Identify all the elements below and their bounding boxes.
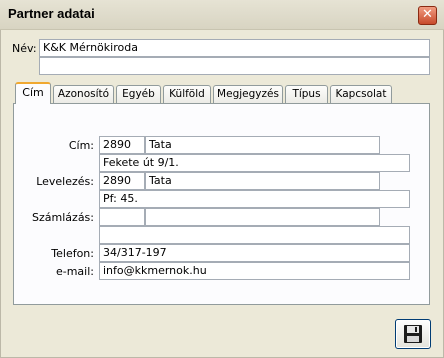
cim-street-field[interactable]: Fekete út 9/1. [99, 154, 410, 172]
tab-kulfold[interactable]: Külföld [163, 85, 211, 103]
cim-city-field[interactable]: Tata [145, 136, 380, 154]
save-button[interactable] [395, 319, 431, 349]
levelezes-city-field[interactable]: Tata [145, 172, 380, 190]
close-icon: ✕ [422, 7, 433, 22]
name-field[interactable]: K&K Mérnökiroda [39, 39, 430, 57]
tab-megjegyzes[interactable]: Megjegyzés [213, 85, 283, 103]
floppy-disk-icon [404, 325, 422, 343]
tab-kapcsolat[interactable]: Kapcsolat [330, 85, 392, 103]
telefon-label: Telefon: [51, 247, 94, 260]
szamlazas-city-field[interactable] [145, 208, 380, 226]
tab-azonosito[interactable]: Azonosító [53, 85, 114, 103]
name-label: Név: [12, 42, 37, 55]
szamlazas-zip-field[interactable] [99, 208, 145, 226]
telefon-field[interactable]: 34/317-197 [99, 244, 410, 262]
email-field[interactable]: info@kkmernok.hu [99, 262, 410, 280]
cim-label: Cím: [68, 139, 94, 152]
tab-egyeb[interactable]: Egyéb [116, 85, 161, 103]
window-title: Partner adatai [8, 6, 95, 21]
close-button[interactable]: ✕ [418, 6, 437, 25]
levelezes-zip-field[interactable]: 2890 [99, 172, 145, 190]
szamlazas-label: Számlázás: [32, 211, 94, 224]
cim-zip-field[interactable]: 2890 [99, 136, 145, 154]
levelezes-street-field[interactable]: Pf: 45. [99, 190, 410, 208]
name-field-2[interactable] [39, 57, 430, 75]
levelezes-label: Levelezés: [36, 175, 94, 188]
title-bar: Partner adatai ✕ [0, 0, 444, 30]
szamlazas-street-field[interactable] [99, 226, 410, 244]
tab-tipus[interactable]: Típus [285, 85, 328, 103]
tab-cim[interactable]: Cím [15, 82, 51, 104]
email-label: e-mail: [55, 265, 94, 278]
